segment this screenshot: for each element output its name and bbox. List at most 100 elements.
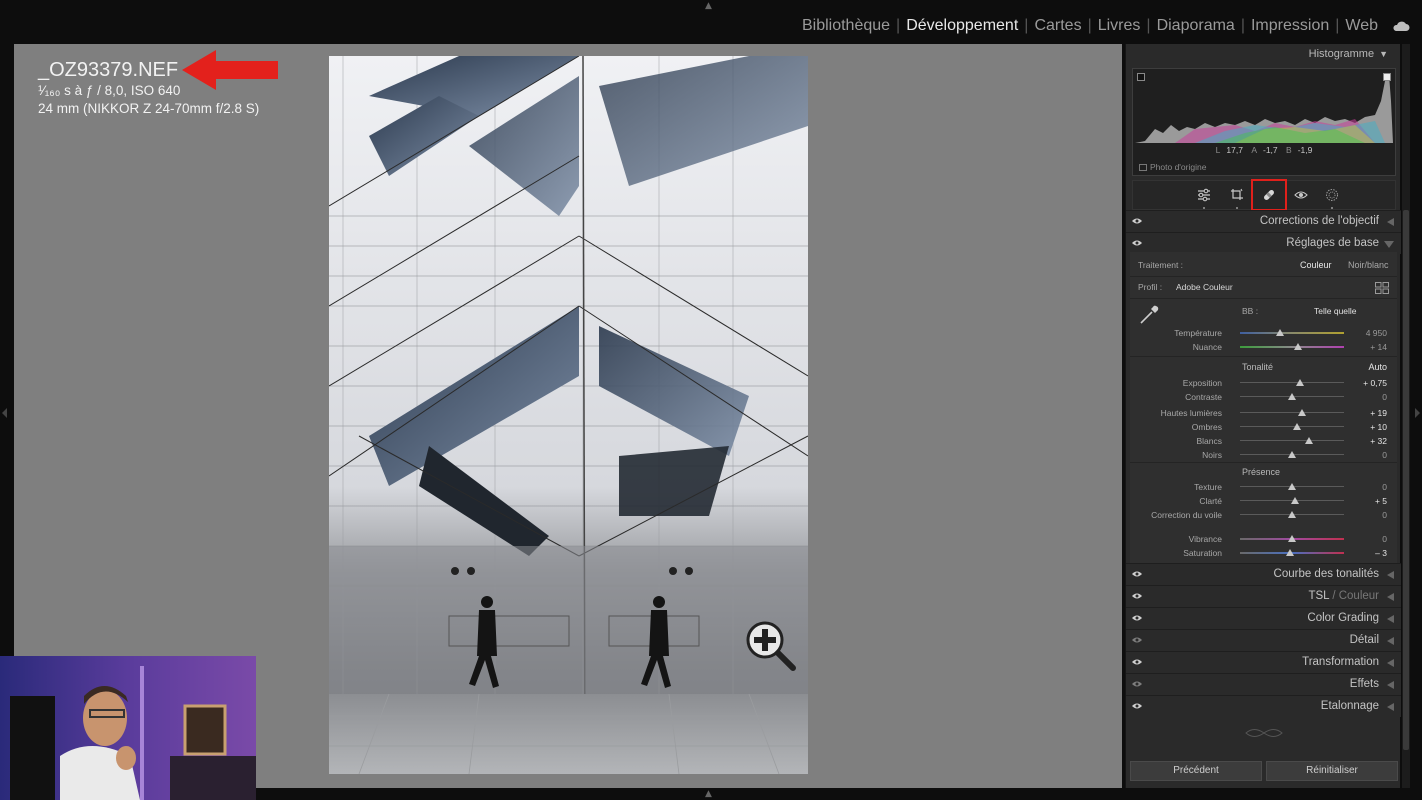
eyedropper-icon[interactable] xyxy=(1138,304,1160,326)
slider-thumb[interactable] xyxy=(1288,393,1296,400)
slider-value[interactable]: 0 xyxy=(1347,482,1387,492)
auto-button[interactable]: Auto xyxy=(1368,362,1387,372)
edit-sliders-icon[interactable] xyxy=(1193,185,1215,209)
top-panel-toggle[interactable]: ▲ xyxy=(705,1,712,11)
section-title: Réglages de base xyxy=(1286,237,1379,249)
slider-value[interactable]: + 19 xyxy=(1347,408,1387,418)
slider-value[interactable]: 0 xyxy=(1347,510,1387,520)
slider-value[interactable]: 0 xyxy=(1347,450,1387,460)
slider-label: Ombres xyxy=(1191,422,1222,432)
zoom-loupe-icon[interactable] xyxy=(743,618,799,674)
slider-thumb[interactable] xyxy=(1288,511,1296,518)
lab-a-label: A xyxy=(1251,145,1257,155)
module-library[interactable]: Bibliothèque xyxy=(796,17,896,35)
slider-thumb[interactable] xyxy=(1288,451,1296,458)
module-print[interactable]: Impression xyxy=(1245,17,1335,35)
treatment-bw-option[interactable]: Noir/blanc xyxy=(1348,260,1389,270)
slider-thumb[interactable] xyxy=(1294,343,1303,350)
slider-thumb[interactable] xyxy=(1288,483,1296,490)
section-tone-curve[interactable]: Courbe des tonalités xyxy=(1126,563,1401,585)
slider-value[interactable]: 0 xyxy=(1347,392,1387,402)
section-effects[interactable]: Effets xyxy=(1126,673,1401,695)
tool-active-dot xyxy=(1203,207,1205,209)
slider-value[interactable]: + 14 xyxy=(1347,342,1387,352)
divider xyxy=(1130,356,1397,357)
divider xyxy=(1130,462,1397,463)
slider-value[interactable]: + 32 xyxy=(1347,436,1387,446)
temperature-slider[interactable] xyxy=(1240,332,1344,334)
section-basic[interactable]: Réglages de base xyxy=(1126,232,1401,254)
module-develop[interactable]: Développement xyxy=(900,17,1024,35)
cloud-icon[interactable] xyxy=(1392,20,1410,32)
section-detail[interactable]: Détail xyxy=(1126,629,1401,651)
collapse-triangle-icon xyxy=(1387,218,1394,226)
module-slideshow[interactable]: Diaporama xyxy=(1151,17,1241,35)
section-hsl[interactable]: TSL / Couleur xyxy=(1126,585,1401,607)
eye-icon[interactable] xyxy=(1132,570,1142,578)
histogram[interactable]: L 17,7 A -1,7 B -1,9 Photo d'origine xyxy=(1132,68,1396,176)
slider-value[interactable]: – 3 xyxy=(1347,548,1387,558)
module-web[interactable]: Web xyxy=(1339,17,1384,35)
section-title: Courbe des tonalités xyxy=(1273,568,1379,580)
shadows-slider[interactable] xyxy=(1240,426,1344,427)
shadow-clipping-icon[interactable] xyxy=(1137,73,1145,81)
slider-thumb[interactable] xyxy=(1304,437,1313,444)
eye-icon[interactable] xyxy=(1132,658,1142,666)
tint-slider[interactable] xyxy=(1240,346,1344,348)
slider-label: Vibrance xyxy=(1188,534,1222,544)
treatment-color-option[interactable]: Couleur xyxy=(1300,260,1332,270)
slider-thumb[interactable] xyxy=(1275,329,1284,336)
section-lens-corrections[interactable]: Corrections de l'objectif xyxy=(1126,210,1401,232)
lab-a-value: -1,7 xyxy=(1262,145,1278,155)
section-transform[interactable]: Transformation xyxy=(1126,651,1401,673)
reset-button[interactable]: Réinitialiser xyxy=(1266,761,1398,781)
exposure-slider[interactable] xyxy=(1240,382,1344,383)
slider-thumb[interactable] xyxy=(1291,497,1300,504)
highlight-clipping-icon[interactable] xyxy=(1383,73,1391,81)
slider-thumb[interactable] xyxy=(1296,379,1305,386)
slider-value[interactable]: 4 950 xyxy=(1347,328,1387,338)
eye-icon[interactable] xyxy=(1132,702,1142,710)
collapse-triangle-icon xyxy=(1387,615,1394,623)
panel-scrollbar-thumb[interactable] xyxy=(1403,210,1409,750)
section-title: Etalonnage xyxy=(1320,700,1379,712)
slider-thumb[interactable] xyxy=(1293,423,1302,430)
redeye-icon[interactable] xyxy=(1290,185,1312,205)
whites-slider[interactable] xyxy=(1240,440,1344,441)
slider-value[interactable]: 0 xyxy=(1347,534,1387,544)
crop-icon[interactable] xyxy=(1226,185,1248,209)
slider-label: Blancs xyxy=(1196,436,1222,446)
slider-thumb[interactable] xyxy=(1288,535,1296,542)
right-panel-toggle[interactable] xyxy=(1415,408,1420,418)
collapse-triangle-icon: ▼ xyxy=(1379,49,1388,59)
module-map[interactable]: Cartes xyxy=(1028,17,1087,35)
highlights-slider[interactable] xyxy=(1240,412,1344,413)
histogram-header[interactable]: Histogramme ▼ xyxy=(1309,48,1388,60)
slider-thumb[interactable] xyxy=(1285,549,1294,556)
section-title: Transformation xyxy=(1302,656,1379,668)
original-photo-checkbox[interactable]: Photo d'origine xyxy=(1139,162,1206,172)
module-book[interactable]: Livres xyxy=(1092,17,1147,35)
original-photo-label: Photo d'origine xyxy=(1150,162,1207,172)
eye-icon[interactable] xyxy=(1132,636,1142,644)
eye-icon[interactable] xyxy=(1132,217,1142,225)
slider-label: Saturation xyxy=(1183,548,1222,558)
left-panel-toggle[interactable] xyxy=(2,408,7,418)
previous-button[interactable]: Précédent xyxy=(1130,761,1262,781)
slider-value[interactable]: + 5 xyxy=(1347,496,1387,506)
wb-select[interactable]: Telle quelle xyxy=(1314,306,1357,316)
profile-select[interactable]: Adobe Couleur xyxy=(1176,282,1233,292)
filmstrip-toggle[interactable]: ▲ xyxy=(705,789,712,799)
slider-value[interactable]: + 0,75 xyxy=(1347,378,1387,388)
eye-icon[interactable] xyxy=(1132,614,1142,622)
eye-icon[interactable] xyxy=(1132,680,1142,688)
collapse-triangle-icon xyxy=(1387,593,1394,601)
masking-icon[interactable] xyxy=(1321,185,1343,209)
section-color-grading[interactable]: Color Grading xyxy=(1126,607,1401,629)
eye-icon[interactable] xyxy=(1132,239,1142,247)
slider-value[interactable]: + 10 xyxy=(1347,422,1387,432)
section-calibration[interactable]: Etalonnage xyxy=(1126,695,1401,717)
slider-thumb[interactable] xyxy=(1298,409,1307,416)
profile-browser-icon[interactable] xyxy=(1375,282,1389,294)
eye-icon[interactable] xyxy=(1132,592,1142,600)
